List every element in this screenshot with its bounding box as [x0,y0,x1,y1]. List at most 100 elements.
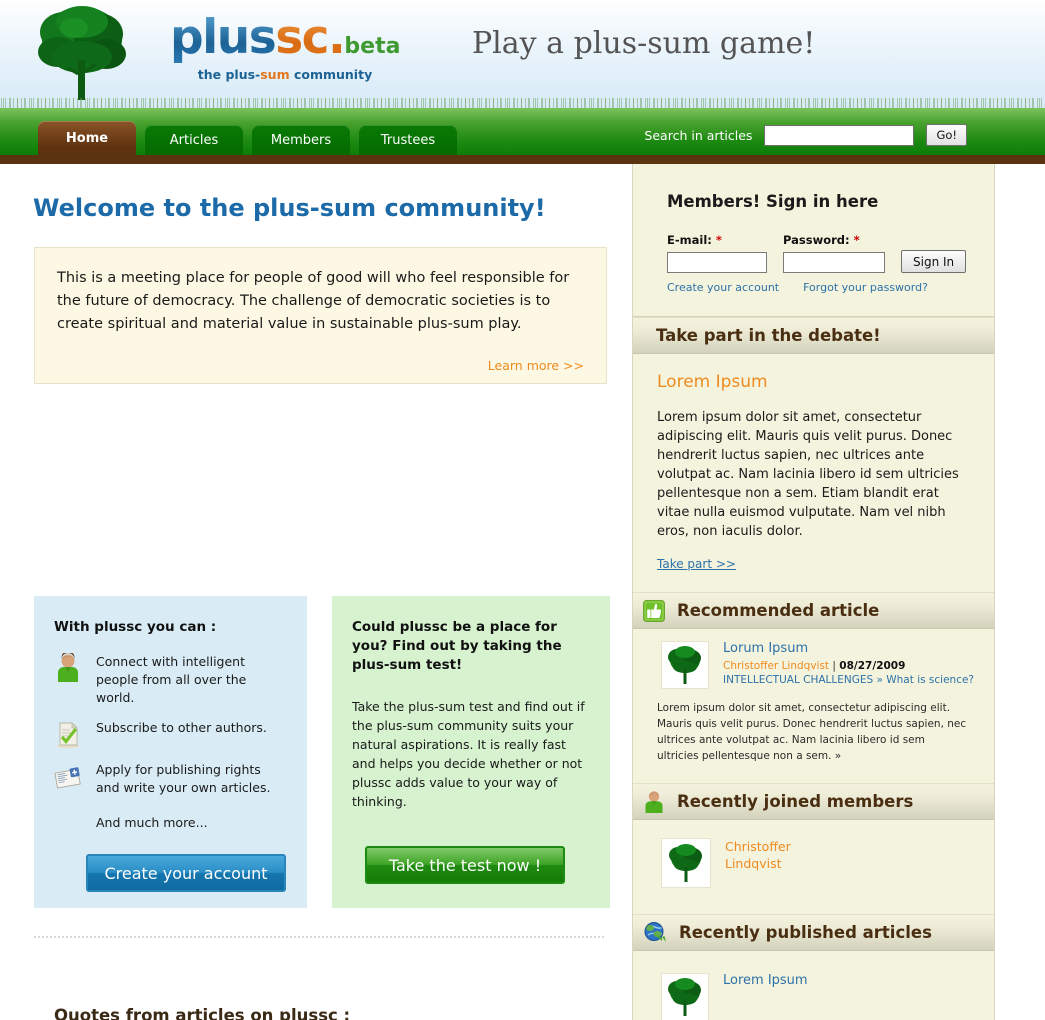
logo-sc: sc. [275,10,346,65]
person-icon [58,653,78,682]
section-header-members: Recently joined members [633,783,994,820]
member-entry: Christoffer Lindqvist [633,820,994,914]
nav-tab-members[interactable]: Members [252,125,350,155]
tree-icon [38,6,126,100]
nav-tabs: Home Articles Members Trustees [38,121,457,155]
signin-fields: E-mail: * Password: * Sign In [667,233,994,273]
article-byline: Christoffer Lindqvist | 08/27/2009 [723,660,974,672]
take-test-wrap: Take the test now ! [332,846,565,884]
person-icon [645,790,663,813]
search-label: Search in articles [644,127,753,143]
debate-body: Lorem ipsum dolor sit amet, consectetur … [657,410,959,539]
section-title: Recently published articles [679,923,932,942]
password-field-group: Password: * [783,233,885,273]
section-title: Take part in the debate! [656,326,881,345]
quotes-heading: Quotes from articles on plussc : [54,1005,351,1020]
card-plus-sum-test: Could plussc be a place for you? Find ou… [332,596,610,908]
signin-button[interactable]: Sign In [901,250,967,273]
grass-edge-decoration [0,98,1045,108]
required-mark: * [853,233,860,247]
and-much-more-text: And much more... [96,815,208,830]
section-title: Recommended article [677,601,880,620]
signin-sub-links: Create your account Forgot your password… [667,281,994,294]
feature-cards: With plussc you can : Connect with intel… [34,596,610,908]
logo-tagline: the plus-sum community [170,67,400,82]
green-card-title: Could plussc be a place for you? Find ou… [352,619,562,673]
intro-box: This is a meeting place for people of go… [34,247,607,384]
required-mark: * [715,233,722,247]
article-title-link[interactable]: Lorum Ipsum [723,641,974,656]
logo-tagline-post: community [289,67,373,82]
main-navigation: Home Articles Members Trustees Search in… [0,108,1045,164]
nav-tab-trustees[interactable]: Trustees [359,125,457,155]
tree-icon [668,978,701,1016]
list-item-label: Connect with intelligent people from all… [96,654,247,705]
search-go-button[interactable]: Go! [926,124,967,146]
password-label: Password: * [783,233,885,247]
section-title: Recently joined members [677,792,914,811]
article-meta-block: Lorum Ipsum Christoffer Lindqvist | 08/2… [723,641,974,689]
thumbs-up-icon [643,599,665,622]
page-title: Welcome to the plus-sum community! [33,194,546,222]
section-header-debate: Take part in the debate! [633,317,994,354]
signin-heading: Members! Sign in here [667,192,879,211]
debate-title[interactable]: Lorem Ipsum [657,372,972,392]
search-input[interactable] [764,124,915,146]
published-article-entry: Lorem Ipsum [633,951,994,1020]
intro-text: This is a meeting place for people of go… [57,270,570,332]
list-item: Subscribe to other authors. [54,719,287,749]
article-thumbnail[interactable] [661,973,709,1020]
recommended-article: Lorum Ipsum Christoffer Lindqvist | 08/2… [633,629,994,689]
recommended-panel: Lorum Ipsum Christoffer Lindqvist | 08/2… [633,629,994,764]
page-body: Welcome to the plus-sum community! This … [0,164,1045,1020]
list-item: Apply for publishing rights and write yo… [54,761,287,797]
logo-tagline-pre: the plus- [197,67,261,82]
envelope-plus-icon [54,767,81,789]
card-with-plussc: With plussc you can : Connect with intel… [34,596,307,908]
article-author[interactable]: Christoffer Lindqvist [723,660,829,672]
article-date: 08/27/2009 [839,660,906,672]
learn-more-link[interactable]: Learn more >> [57,358,584,373]
logo-tagline-highlight: sum [260,67,290,82]
logo-text: plussc.beta [170,14,400,71]
member-thumbnail[interactable] [661,838,711,888]
search-area: Search in articles Go! [644,124,967,146]
nav-tab-home[interactable]: Home [38,121,136,155]
nav-tab-articles[interactable]: Articles [145,125,243,155]
header-tagline: Play a plus-sum game! [472,26,816,61]
article-category-link[interactable]: INTELLECTUAL CHALLENGES » What is scienc… [723,674,974,686]
email-input[interactable] [667,252,767,273]
create-account-button[interactable]: Create your account [86,854,286,892]
password-input[interactable] [783,252,885,273]
logo-beta: beta [344,34,401,59]
debate-panel: Lorem Ipsum Lorem ipsum dolor sit amet, … [633,354,994,592]
signin-panel: Members! Sign in here E-mail: * Password… [633,164,994,317]
article-excerpt: Lorem ipsum dolor sit amet, consectetur … [657,702,967,762]
password-label-text: Password: [783,233,850,247]
take-test-button[interactable]: Take the test now ! [365,846,565,884]
take-part-link[interactable]: Take part >> [657,557,736,571]
create-account-link[interactable]: Create your account [667,281,779,294]
green-card-body: Take the plus-sum test and find out if t… [352,699,585,809]
list-item-label: Apply for publishing rights and write yo… [96,762,271,795]
section-divider [33,936,606,938]
section-header-recommended: Recommended article [633,592,994,629]
list-item-label: Subscribe to other authors. [96,720,267,735]
site-logo[interactable]: plussc.beta the plus-sum community [170,14,400,83]
section-header-articles: Recently published articles [633,914,994,951]
member-name-link[interactable]: Christoffer Lindqvist [725,838,795,888]
email-label-text: E-mail: [667,233,712,247]
article-title-link[interactable]: Lorem Ipsum [723,973,808,1017]
document-check-icon [57,722,79,749]
main-content-column: Welcome to the plus-sum community! This … [0,164,632,1020]
email-label: E-mail: * [667,233,767,247]
article-thumbnail[interactable] [661,641,709,689]
blue-card-title: With plussc you can : [54,619,217,635]
forgot-password-link[interactable]: Forgot your password? [803,281,928,294]
globe-arrow-icon [644,921,666,942]
tree-icon [668,646,701,684]
feature-list: Connect with intelligent people from all… [54,653,287,797]
tree-icon [669,844,702,882]
site-header: plussc.beta the plus-sum community Play … [0,0,1045,108]
byline-separator: | [832,660,836,672]
